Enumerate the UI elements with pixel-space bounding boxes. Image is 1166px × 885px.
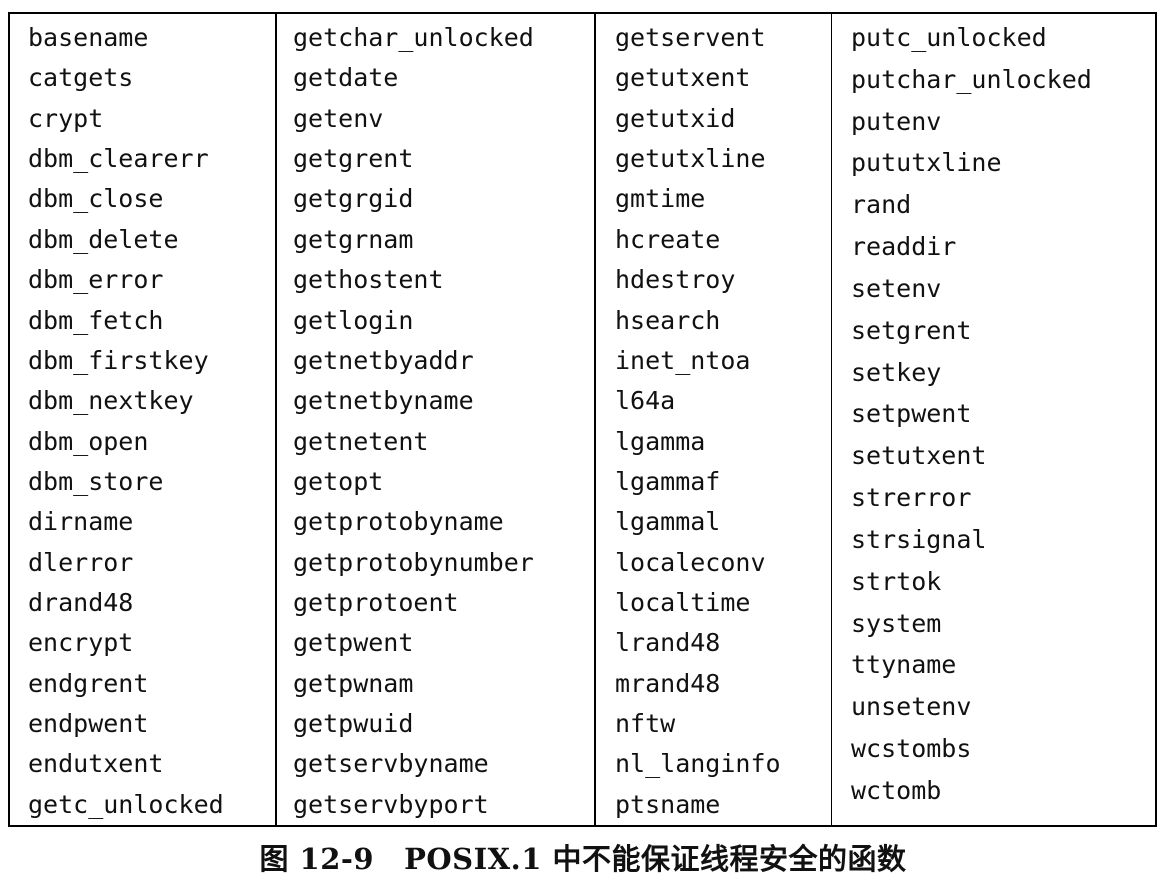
function-name-cell: getenv <box>293 103 384 133</box>
function-name-cell: lgamma <box>615 426 706 456</box>
function-name-cell: localtime <box>615 588 751 618</box>
function-name-cell: rand <box>851 190 912 220</box>
function-name-cell: localeconv <box>615 547 766 577</box>
function-name-cell: getpwuid <box>293 709 414 739</box>
function-name-cell: inet_ntoa <box>615 345 751 375</box>
function-name-cell: readdir <box>851 232 957 262</box>
function-name-cell: setutxent <box>851 441 987 471</box>
function-name-cell: putchar_unlocked <box>851 64 1092 94</box>
function-name-cell: dbm_clearerr <box>28 144 209 174</box>
function-name-cell: dbm_nextkey <box>28 386 194 416</box>
function-name-cell: wctomb <box>851 775 942 805</box>
function-name-cell: drand48 <box>28 588 134 618</box>
function-name-cell: getprotobynumber <box>293 547 534 577</box>
function-name-cell: lgammaf <box>615 466 721 496</box>
function-name-cell: getpwent <box>293 628 414 658</box>
function-name-cell: hdestroy <box>615 265 736 295</box>
function-name-cell: dbm_store <box>28 466 164 496</box>
function-name-cell: getutxent <box>615 63 751 93</box>
function-name-cell: gmtime <box>615 184 706 214</box>
function-name-cell: getlogin <box>293 305 414 335</box>
column-divider <box>275 14 277 825</box>
function-name-cell: getopt <box>293 466 384 496</box>
function-name-cell: getpwnam <box>293 668 414 698</box>
function-name-cell: setpwent <box>851 399 972 429</box>
column-divider <box>831 14 832 825</box>
function-name-cell: strsignal <box>851 524 987 554</box>
function-name-cell: pututxline <box>851 148 1002 178</box>
column-divider <box>594 14 596 825</box>
function-name-cell: setenv <box>851 273 942 303</box>
function-name-cell: basename <box>28 23 149 52</box>
function-name-cell: getprotoent <box>293 588 459 618</box>
figure-title: POSIX.1 中不能保证线程安全的函数 <box>404 842 907 876</box>
function-name-cell: endutxent <box>28 749 164 779</box>
table-column-2: getchar_unlockedgetdate getenv getgrent get… <box>293 24 534 819</box>
function-name-cell: dirname <box>28 507 134 537</box>
function-name-cell: endpwent <box>28 709 149 739</box>
function-name-cell: gethostent <box>293 265 444 295</box>
function-name-cell: getnetbyaddr <box>293 345 474 375</box>
function-name-cell: getutxid <box>615 103 736 133</box>
function-name-cell: dbm_error <box>28 265 164 295</box>
function-name-cell: getnetent <box>293 426 429 456</box>
function-name-cell: system <box>851 608 942 638</box>
function-name-cell: nl_langinfo <box>615 749 781 779</box>
function-name-cell: getprotobyname <box>293 507 504 537</box>
function-name-cell: hcreate <box>615 224 721 254</box>
figure-number: 图 12-9 <box>259 842 375 876</box>
function-name-cell: catgets <box>28 63 134 93</box>
function-name-cell: dbm_fetch <box>28 305 164 335</box>
figure-caption: 图 12-9 POSIX.1 中不能保证线程安全的函数 <box>0 836 1166 878</box>
function-name-cell: strerror <box>851 483 972 513</box>
function-name-cell: dbm_firstkey <box>28 345 209 375</box>
function-name-cell: lrand48 <box>615 628 721 658</box>
function-name-cell: getdate <box>293 63 399 93</box>
function-table: basename catgets crypt dbm_clearerr dbm_clos… <box>8 12 1157 827</box>
function-name-cell: getservbyport <box>293 789 489 819</box>
function-name-cell: getservbyname <box>293 749 489 779</box>
function-name-cell: dbm_open <box>28 426 149 456</box>
function-name-cell: setgrent <box>851 315 972 345</box>
function-name-cell: dbm_close <box>28 184 164 214</box>
function-name-cell: encrypt <box>28 628 134 658</box>
function-name-cell: mrand48 <box>615 668 721 698</box>
function-name-cell: putenv <box>851 106 942 136</box>
function-name-cell: endgrent <box>28 668 149 698</box>
function-name-cell: getutxline <box>615 144 766 174</box>
function-name-cell: ttyname <box>851 650 957 680</box>
function-name-cell: getchar_unlocked <box>293 23 534 52</box>
table-column-4: putc_unlocked putchar_unlockedputenv putut… <box>851 24 1092 819</box>
function-name-cell: setkey <box>851 357 942 387</box>
function-name-cell: dlerror <box>28 547 134 577</box>
function-name-cell: nftw <box>615 709 676 739</box>
table-column-1: basename catgets crypt dbm_clearerr dbm_clos… <box>28 24 224 819</box>
function-name-cell: dbm_delete <box>28 224 179 254</box>
function-name-cell: unsetenv <box>851 692 972 722</box>
function-name-cell: getgrnam <box>293 224 414 254</box>
function-name-cell: getgrent <box>293 144 414 174</box>
function-name-cell: putc_unlocked <box>851 23 1047 52</box>
function-name-cell: l64a <box>615 386 676 416</box>
function-name-cell: getnetbyname <box>293 386 474 416</box>
function-name-cell: getgrgid <box>293 184 414 214</box>
function-name-cell: wcstombs <box>851 734 972 764</box>
table-column-3: getservent getutxent getutxid getutxline gmt… <box>615 24 781 819</box>
function-name-cell: lgammal <box>615 507 721 537</box>
function-name-cell: crypt <box>28 103 104 133</box>
function-name-cell: strtok <box>851 566 942 596</box>
function-name-cell: getservent <box>615 23 766 52</box>
function-name-cell: hsearch <box>615 305 721 335</box>
function-name-cell: ptsname <box>615 789 721 819</box>
function-name-cell: getc_unlocked <box>28 789 224 819</box>
